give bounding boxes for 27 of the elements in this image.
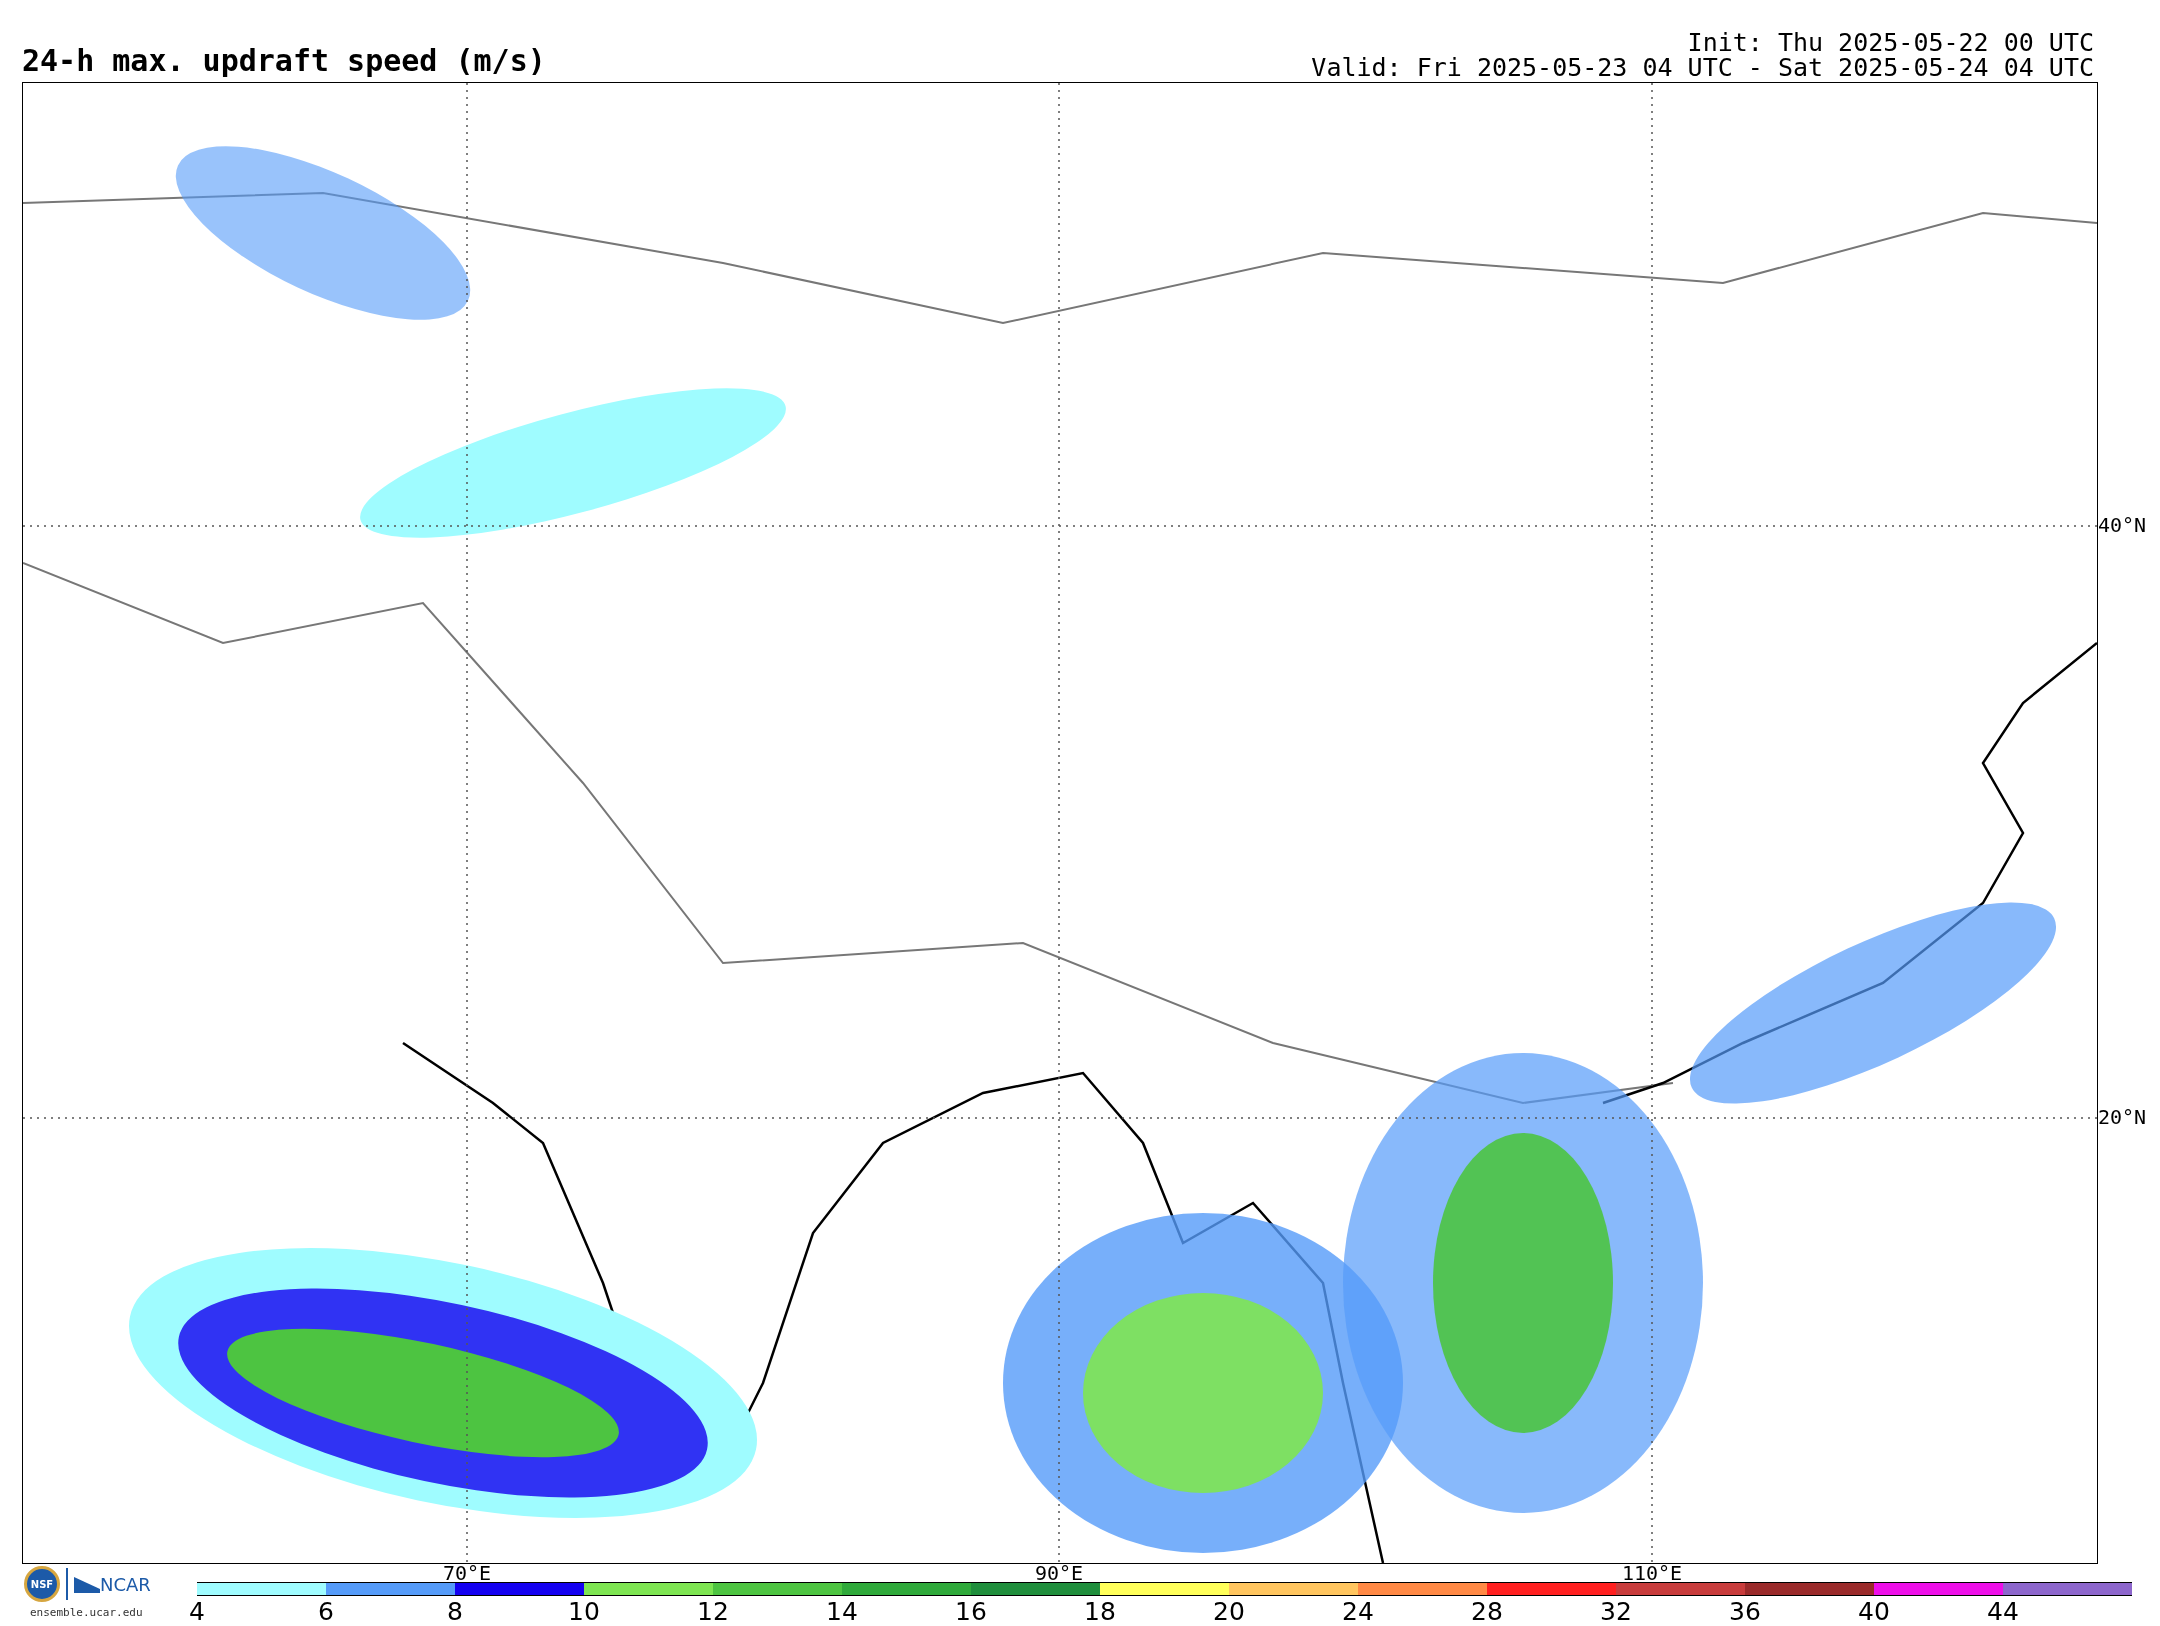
colorbar-tick-label: 20: [1213, 1598, 1245, 1626]
colorbar-tick-label: 16: [955, 1598, 987, 1626]
ncar-logo-icon: [74, 1575, 100, 1593]
colorbar-tick-label: 40: [1858, 1598, 1890, 1626]
colorbar-tick-label: 10: [568, 1598, 600, 1626]
chart-title: 24-h max. updraft speed (m/s): [22, 44, 546, 78]
colorbar-tick-label: 44: [1987, 1598, 2019, 1626]
colorbar-tick-label: 36: [1729, 1598, 1761, 1626]
colorbar-tick-label: 4: [189, 1598, 205, 1626]
longitude-label: 110°E: [1621, 1562, 1683, 1584]
colorbar-tick-label: 12: [697, 1598, 729, 1626]
latitude-label: 20°N: [2098, 1106, 2147, 1128]
nsf-logo: NSF: [24, 1566, 60, 1602]
latitude-label: 40°N: [2098, 514, 2147, 536]
colorbar-tick-label: 6: [318, 1598, 334, 1626]
colorbar-tick-label: 24: [1342, 1598, 1374, 1626]
init-time: Init: Thu 2025-05-22 00 UTC: [1687, 30, 2094, 55]
longitude-label: 90°E: [1034, 1562, 1084, 1584]
longitude-label: 70°E: [442, 1562, 492, 1584]
colorbar-tick-label: 8: [447, 1598, 463, 1626]
valid-time: Valid: Fri 2025-05-23 04 UTC - Sat 2025-05-24 04 UTC: [1311, 55, 2094, 80]
colorbar-tick-label: 18: [1084, 1598, 1116, 1626]
colorbar-tick-label: 28: [1471, 1598, 1503, 1626]
colorbar-tick-label: 14: [826, 1598, 858, 1626]
colorbar-tick-label: 32: [1600, 1598, 1632, 1626]
site-url: ensemble.ucar.edu: [30, 1605, 143, 1621]
ncar-logo-text: NCAR: [100, 1572, 151, 1597]
